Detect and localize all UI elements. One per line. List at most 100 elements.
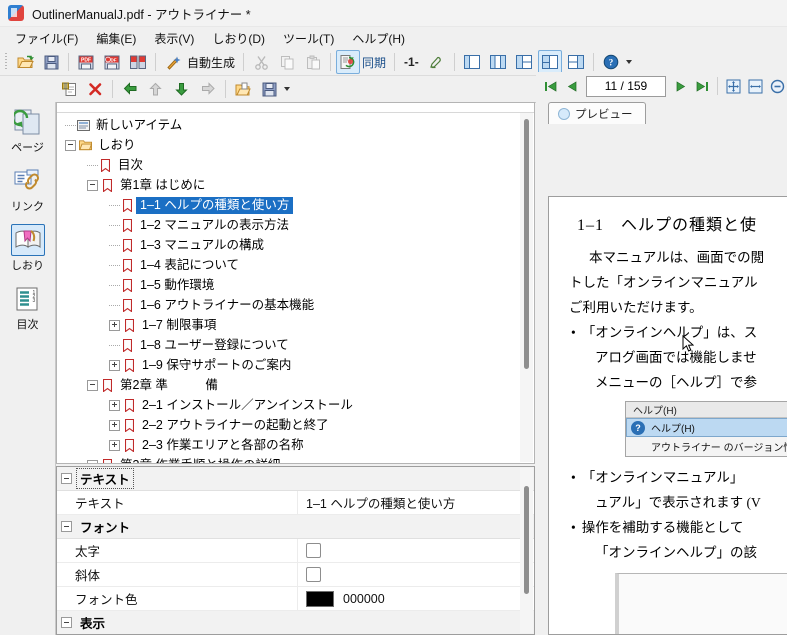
property-value[interactable] [297, 563, 534, 586]
copy-icon [275, 50, 299, 74]
layout-right-split-icon[interactable] [564, 50, 588, 74]
tree-node[interactable]: 1–5 動作環境 [57, 275, 534, 295]
tree-node[interactable]: 1–8 ユーザー登録について [57, 335, 534, 355]
property-category-row[interactable]: テキスト [57, 467, 534, 491]
wand-icon[interactable] [161, 50, 185, 74]
collapse-icon[interactable] [61, 617, 72, 628]
tree-node[interactable]: 2–2 アウトライナーの起動と終了 [57, 415, 534, 435]
property-category-row[interactable]: 表示 [57, 611, 534, 634]
help-dropdown-caret-icon[interactable] [625, 60, 632, 64]
tree-node[interactable]: 第3章 作業手順と操作の詳細 [57, 455, 534, 463]
collapse-icon[interactable] [61, 473, 72, 484]
property-row[interactable]: テキスト 1–1 ヘルプの種類と使い方 [57, 491, 534, 515]
fit-width-icon[interactable] [744, 75, 766, 97]
auto-generate-label[interactable]: 自動生成 [187, 54, 235, 71]
new-bookmark-icon[interactable] [57, 77, 81, 101]
sidebar-item-toc[interactable]: 1 2 3 目次 [0, 279, 55, 332]
page-marker-label[interactable]: -1- [399, 55, 424, 69]
document-bullet: 操作を補助する機能として [571, 515, 787, 540]
property-category-row[interactable]: フォント [57, 515, 534, 539]
property-value[interactable]: 000000 [297, 587, 534, 610]
tree-node[interactable]: 1–4 表記について [57, 255, 534, 275]
page-indicator[interactable]: 11 / 159 [586, 75, 666, 97]
menu-edit[interactable]: 編集(E) [87, 28, 145, 49]
menu-tools[interactable]: ツール(T) [274, 28, 343, 49]
tree-node[interactable]: しおり [57, 135, 534, 155]
tree-node[interactable]: 1–7 制限事項 [57, 315, 534, 335]
layout-2pane-icon[interactable] [460, 50, 484, 74]
property-value[interactable] [297, 539, 534, 562]
sync-label[interactable]: 同期 [362, 54, 386, 71]
tree-node[interactable]: 目次 [57, 155, 534, 175]
layout-bottom-split-icon[interactable] [537, 50, 562, 74]
last-page-icon[interactable] [691, 75, 713, 97]
zoom-out-icon[interactable] [766, 75, 787, 97]
open-folder-icon[interactable] [13, 50, 37, 74]
first-page-icon[interactable] [539, 75, 561, 97]
property-value[interactable]: 1–1 ヘルプの種類と使い方 [297, 491, 534, 514]
move-down-icon[interactable] [170, 77, 194, 101]
tree-node[interactable]: 1–1 ヘルプの種類と使い方 [57, 195, 534, 215]
sync-icon[interactable] [336, 50, 361, 74]
tree-node[interactable]: 1–3 マニュアルの構成 [57, 235, 534, 255]
tree-scrollbar-thumb[interactable] [524, 119, 529, 369]
layout-left-split-icon[interactable] [512, 50, 536, 74]
collapse-icon[interactable] [87, 379, 98, 391]
delete-bookmark-icon[interactable] [83, 77, 107, 101]
tree-node[interactable]: 2–3 作業エリアと各部の名称 [57, 435, 534, 455]
help-menu-item-about[interactable]: アウトライナー のバージョン情報(A)... [626, 437, 787, 456]
tree-scrollbar[interactable] [520, 113, 533, 462]
collapse-icon[interactable] [87, 459, 98, 463]
property-checkbox[interactable] [306, 543, 321, 558]
prev-page-icon[interactable] [561, 75, 583, 97]
fit-page-icon[interactable] [722, 75, 744, 97]
property-checkbox[interactable] [306, 567, 321, 582]
bookmark-tree[interactable]: 新しいアイテム しおり 目次 第1章 はじめに 1–1 ヘルプの種類と使い方 1–2 マニ… [57, 113, 534, 463]
sidebar-item-link[interactable]: リンク [0, 161, 55, 214]
tree-node[interactable]: 2–1 インストール／アンインストール [57, 395, 534, 415]
export-dropdown-caret-icon[interactable] [284, 87, 290, 91]
tab-preview[interactable]: プレビュー [548, 102, 646, 124]
property-row[interactable]: フォント色 000000 [57, 587, 534, 611]
expand-icon[interactable] [109, 399, 120, 411]
import-icon[interactable] [231, 77, 255, 101]
eraser-icon[interactable] [425, 50, 449, 74]
promote-icon[interactable] [118, 77, 142, 101]
property-row[interactable]: 太字 [57, 539, 534, 563]
menu-help[interactable]: ヘルプ(H) [343, 28, 414, 49]
tree-node[interactable]: 1–9 保守サポートのご案内 [57, 355, 534, 375]
color-swatch[interactable] [306, 590, 334, 607]
menu-bookmark[interactable]: しおり(D) [203, 28, 274, 49]
tree-node[interactable]: 1–2 マニュアルの表示方法 [57, 215, 534, 235]
tree-node[interactable]: 第1章 はじめに [57, 175, 534, 195]
expand-icon[interactable] [109, 419, 120, 431]
help-icon[interactable]: ? [599, 50, 623, 74]
layout-3pane-icon[interactable] [486, 50, 510, 74]
expand-icon[interactable] [109, 319, 120, 331]
property-scrollbar[interactable] [520, 468, 533, 633]
property-scrollbar-thumb[interactable] [524, 486, 529, 594]
collapse-icon[interactable] [65, 139, 76, 151]
pdf-export-icon[interactable]: PDF [100, 50, 124, 74]
document-preview[interactable]: 1–1 ヘルプの種類と使 本マニュアルは、画面での閲 トした「オンラインマニュア… [548, 196, 787, 635]
pdf-save-icon[interactable]: PDF [74, 50, 98, 74]
menu-file[interactable]: ファイル(F) [6, 28, 87, 49]
export-icon[interactable] [257, 77, 281, 101]
pdf-split-icon[interactable] [126, 50, 150, 74]
toolbar-grip[interactable] [3, 53, 10, 71]
tree-node-label: 1–3 マニュアルの構成 [140, 237, 264, 252]
property-row[interactable]: 斜体 [57, 563, 534, 587]
next-page-icon[interactable] [669, 75, 691, 97]
save-icon[interactable] [39, 50, 63, 74]
menu-view[interactable]: 表示(V) [145, 28, 203, 49]
collapse-icon[interactable] [87, 179, 98, 191]
collapse-icon[interactable] [61, 521, 72, 532]
tree-node[interactable]: 新しいアイテム [57, 115, 534, 135]
sidebar-item-page[interactable]: ページ [0, 102, 55, 155]
expand-icon[interactable] [109, 359, 120, 371]
tree-node[interactable]: 第2章 準 備 [57, 375, 534, 395]
help-menu-item-help[interactable]: ? ヘルプ(H) F1 [626, 418, 787, 437]
sidebar-item-bookmark[interactable]: しおり [0, 220, 55, 273]
tree-node[interactable]: 1–6 アウトライナーの基本機能 [57, 295, 534, 315]
expand-icon[interactable] [109, 439, 120, 451]
